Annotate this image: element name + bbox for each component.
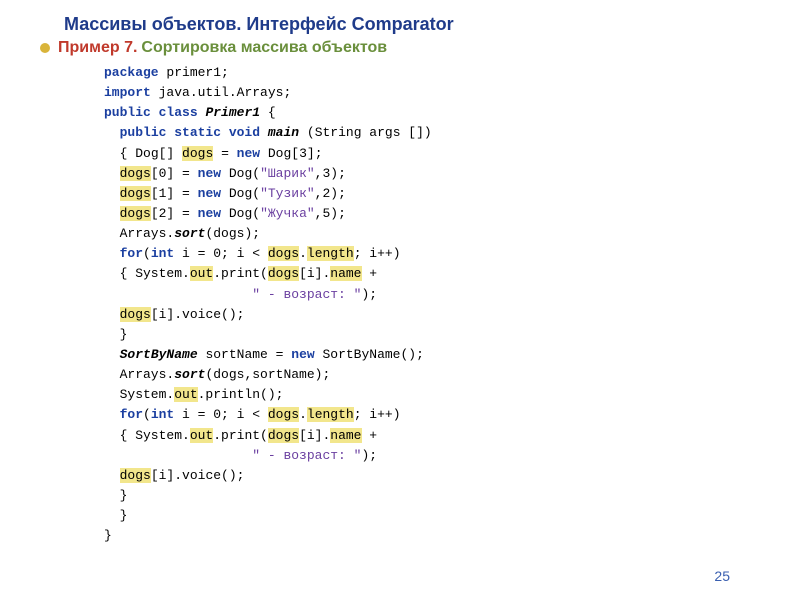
bullet-icon bbox=[40, 43, 50, 53]
code-block: package primer1; import java.util.Arrays… bbox=[104, 63, 760, 546]
page-number: 25 bbox=[714, 568, 730, 584]
slide: Массивы объектов. Интерфейс Comparator П… bbox=[0, 0, 800, 600]
slide-title: Массивы объектов. Интерфейс Comparator bbox=[64, 14, 760, 35]
subtitle-rest: Сортировка массива объектов bbox=[141, 39, 387, 57]
subtitle-row: Пример 7. Сортировка массива объектов bbox=[40, 39, 760, 57]
subtitle-strong: Пример 7. bbox=[58, 39, 137, 57]
